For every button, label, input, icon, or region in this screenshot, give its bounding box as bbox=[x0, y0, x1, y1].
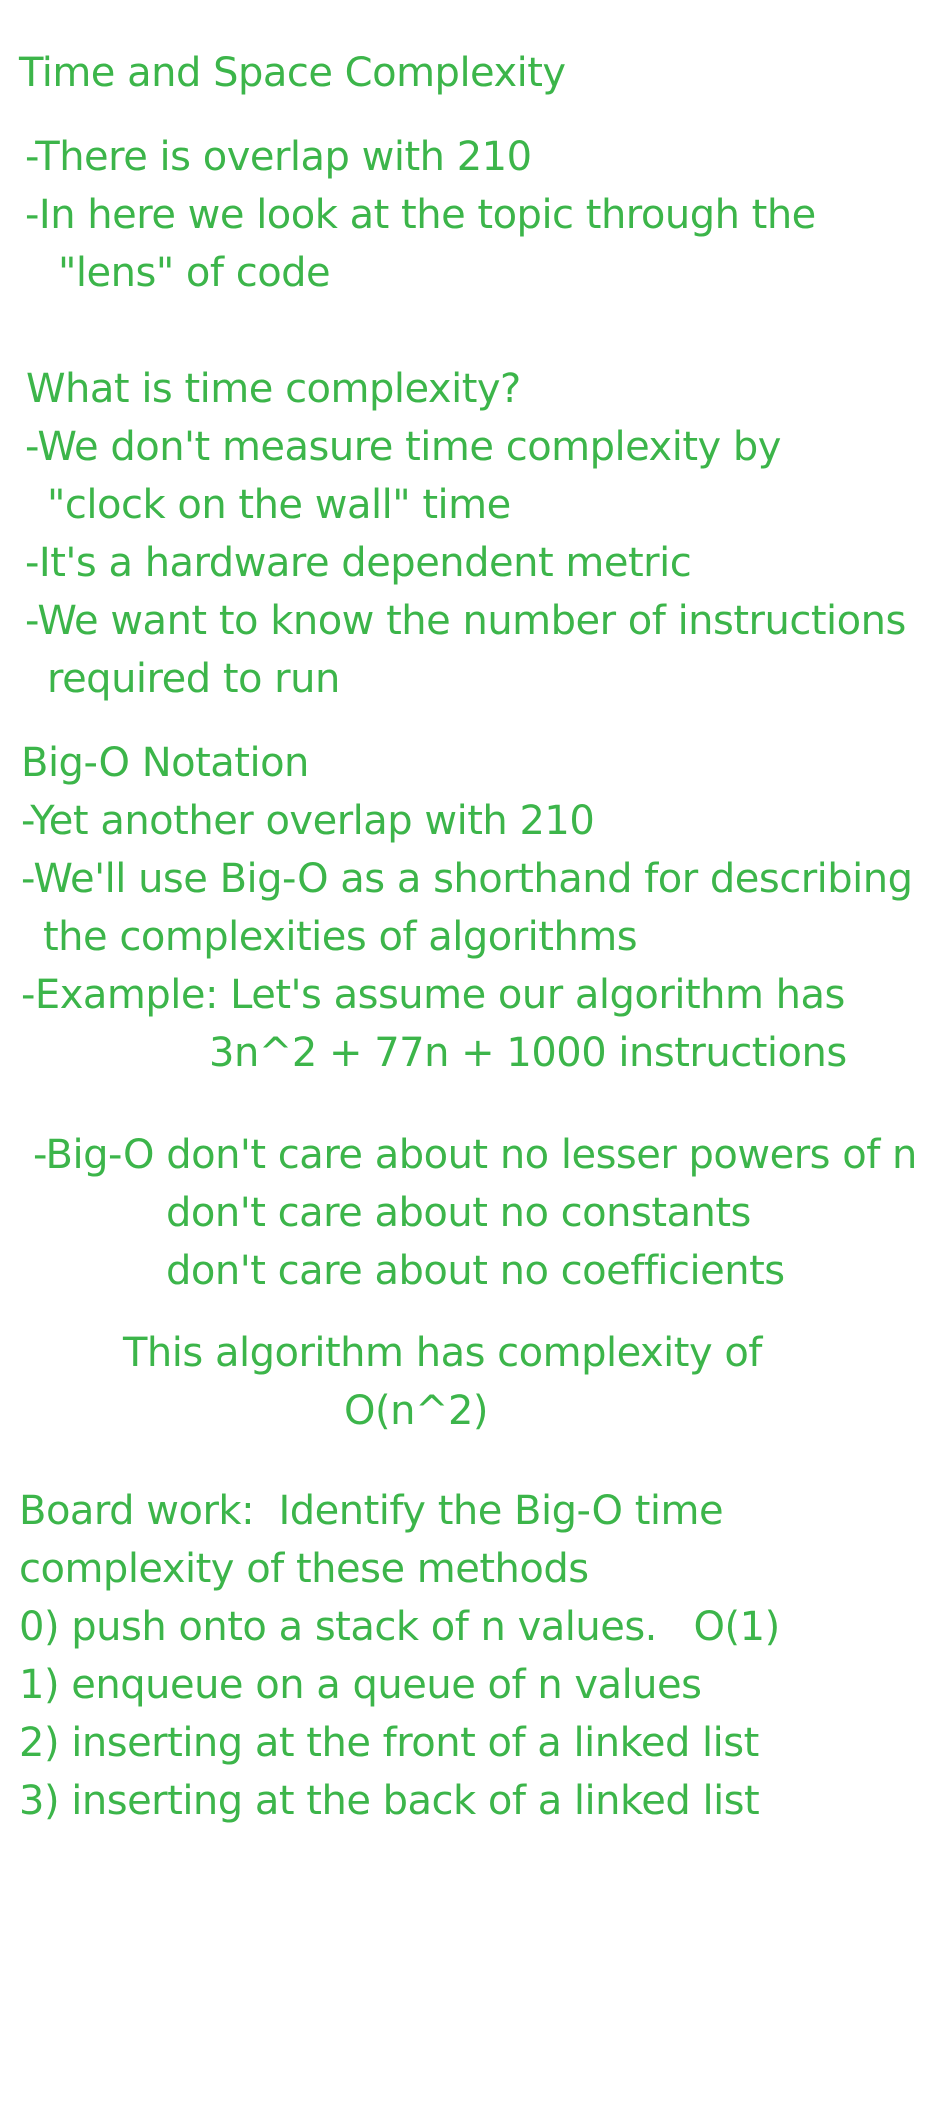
board-work-item: 3) inserting at the back of a linked lis… bbox=[19, 1778, 760, 1824]
time-complexity-line: -We want to know the number of instructi… bbox=[25, 598, 906, 644]
big-o-heading: Big-O Notation bbox=[21, 740, 309, 786]
time-complexity-line: required to run bbox=[47, 656, 340, 702]
big-o-line: -Yet another overlap with 210 bbox=[21, 798, 595, 844]
time-complexity-line: "clock on the wall" time bbox=[47, 482, 511, 528]
big-o-line: the complexities of algorithms bbox=[43, 914, 638, 960]
overlap-line: "lens" of code bbox=[58, 250, 331, 296]
big-o-line: -We'll use Big-O as a shorthand for desc… bbox=[21, 856, 913, 902]
complexity-conclusion: This algorithm has complexity of bbox=[123, 1330, 762, 1376]
board-work-item: 0) push onto a stack of n values. O(1) bbox=[19, 1604, 780, 1650]
complexity-result: O(n^2) bbox=[344, 1388, 489, 1434]
overlap-line: -There is overlap with 210 bbox=[25, 134, 532, 180]
board-work-heading: Board work: Identify the Big-O time bbox=[19, 1488, 724, 1534]
time-complexity-line: -It's a hardware dependent metric bbox=[25, 540, 692, 586]
page-title: Time and Space Complexity bbox=[19, 50, 566, 96]
time-complexity-heading: What is time complexity? bbox=[26, 366, 521, 412]
time-complexity-line: -We don't measure time complexity by bbox=[25, 424, 781, 470]
big-o-rule: don't care about no constants bbox=[166, 1190, 751, 1236]
board-work-item: 2) inserting at the front of a linked li… bbox=[19, 1720, 759, 1766]
big-o-example-formula: 3n^2 + 77n + 1000 instructions bbox=[209, 1030, 847, 1076]
board-work-item: 1) enqueue on a queue of n values bbox=[19, 1662, 702, 1708]
board-work-heading: complexity of these methods bbox=[19, 1546, 589, 1592]
big-o-line: -Example: Let's assume our algorithm has bbox=[21, 972, 845, 1018]
big-o-rule: -Big-O don't care about no lesser powers… bbox=[33, 1132, 917, 1178]
overlap-line: -In here we look at the topic through th… bbox=[25, 192, 816, 238]
big-o-rule: don't care about no coefficients bbox=[166, 1248, 785, 1294]
